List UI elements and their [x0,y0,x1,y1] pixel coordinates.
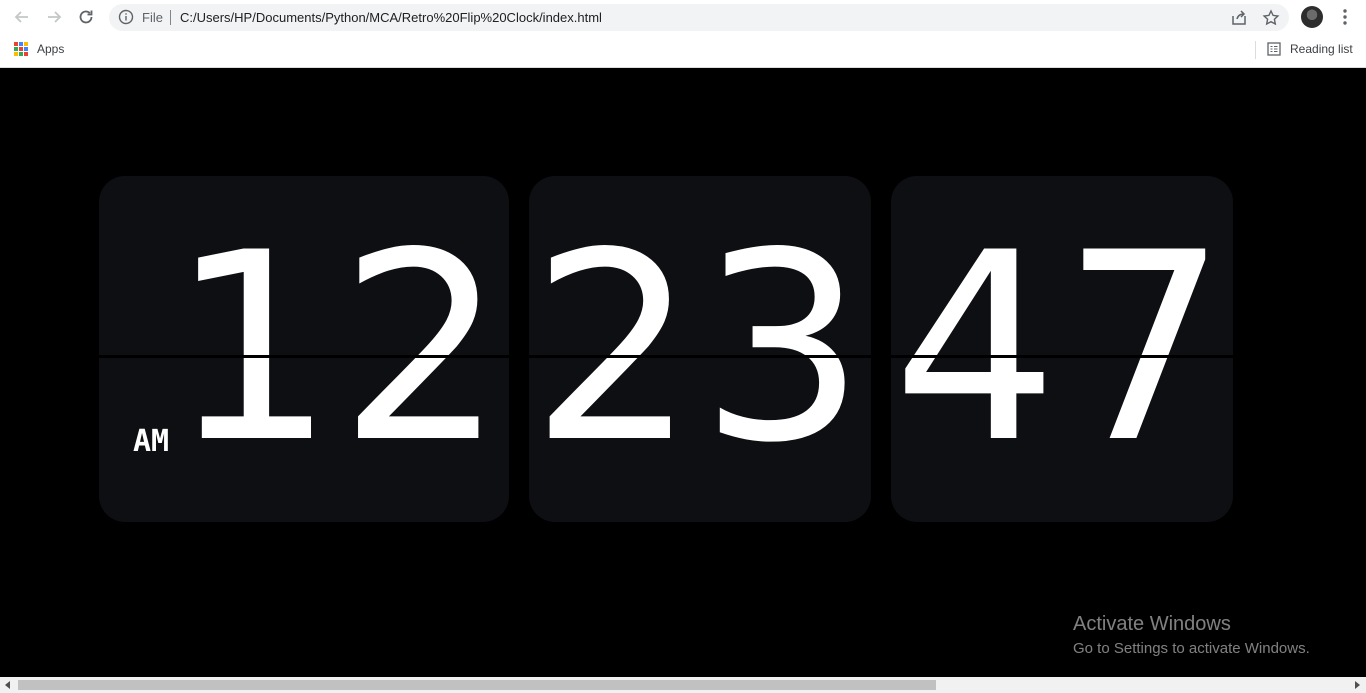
minutes-digits: 23 [530,198,870,500]
horizontal-scrollbar[interactable] [0,677,1366,693]
hours-digits: 12 [169,198,509,500]
hours-card-split [99,355,509,358]
seconds-card: 47 [891,176,1233,522]
watermark-title: Activate Windows [1073,613,1231,635]
scroll-right-icon[interactable] [1355,681,1360,689]
bookmarks-separator [1255,41,1256,59]
share-icon[interactable] [1230,9,1248,27]
reload-button[interactable] [74,5,98,29]
reading-list-icon[interactable] [1267,42,1281,56]
scroll-left-icon[interactable] [5,681,10,689]
bookmarks-bar: Apps Reading list [0,34,1366,68]
back-arrow-icon [14,11,28,23]
seconds-card-split [891,355,1233,358]
scheme-label: File [142,10,163,25]
reload-icon [79,10,93,24]
hours-card: 12 AM [99,176,509,522]
url-text[interactable]: C:/Users/HP/Documents/Python/MCA/Retro%2… [180,10,602,25]
watermark-subtitle: Go to Settings to activate Windows. [1073,640,1310,657]
back-button[interactable] [10,5,34,29]
minutes-card: 23 [529,176,871,522]
more-vert-icon[interactable] [1337,7,1353,27]
am-pm-label: AM [133,424,170,459]
apps-shortcut[interactable]: Apps [37,42,64,56]
profile-avatar[interactable] [1301,6,1323,28]
apps-grid-icon[interactable] [14,42,28,56]
forward-button[interactable] [42,5,66,29]
address-bar[interactable]: File C:/Users/HP/Documents/Python/MCA/Re… [109,4,1289,31]
star-icon[interactable] [1262,9,1280,27]
seconds-digits: 47 [892,198,1232,500]
scrollbar-thumb[interactable] [18,680,936,690]
omnibox-separator [170,10,171,25]
flip-clock-page: 12 AM 23 47 Activate Windows Go to Setti… [0,68,1366,677]
forward-arrow-icon [48,11,62,23]
info-icon[interactable] [118,9,134,25]
activate-windows-watermark: Activate Windows Go to Settings to activ… [1073,613,1310,657]
browser-toolbar: File C:/Users/HP/Documents/Python/MCA/Re… [0,0,1366,34]
reading-list-button[interactable]: Reading list [1290,42,1353,56]
minutes-card-split [529,355,871,358]
